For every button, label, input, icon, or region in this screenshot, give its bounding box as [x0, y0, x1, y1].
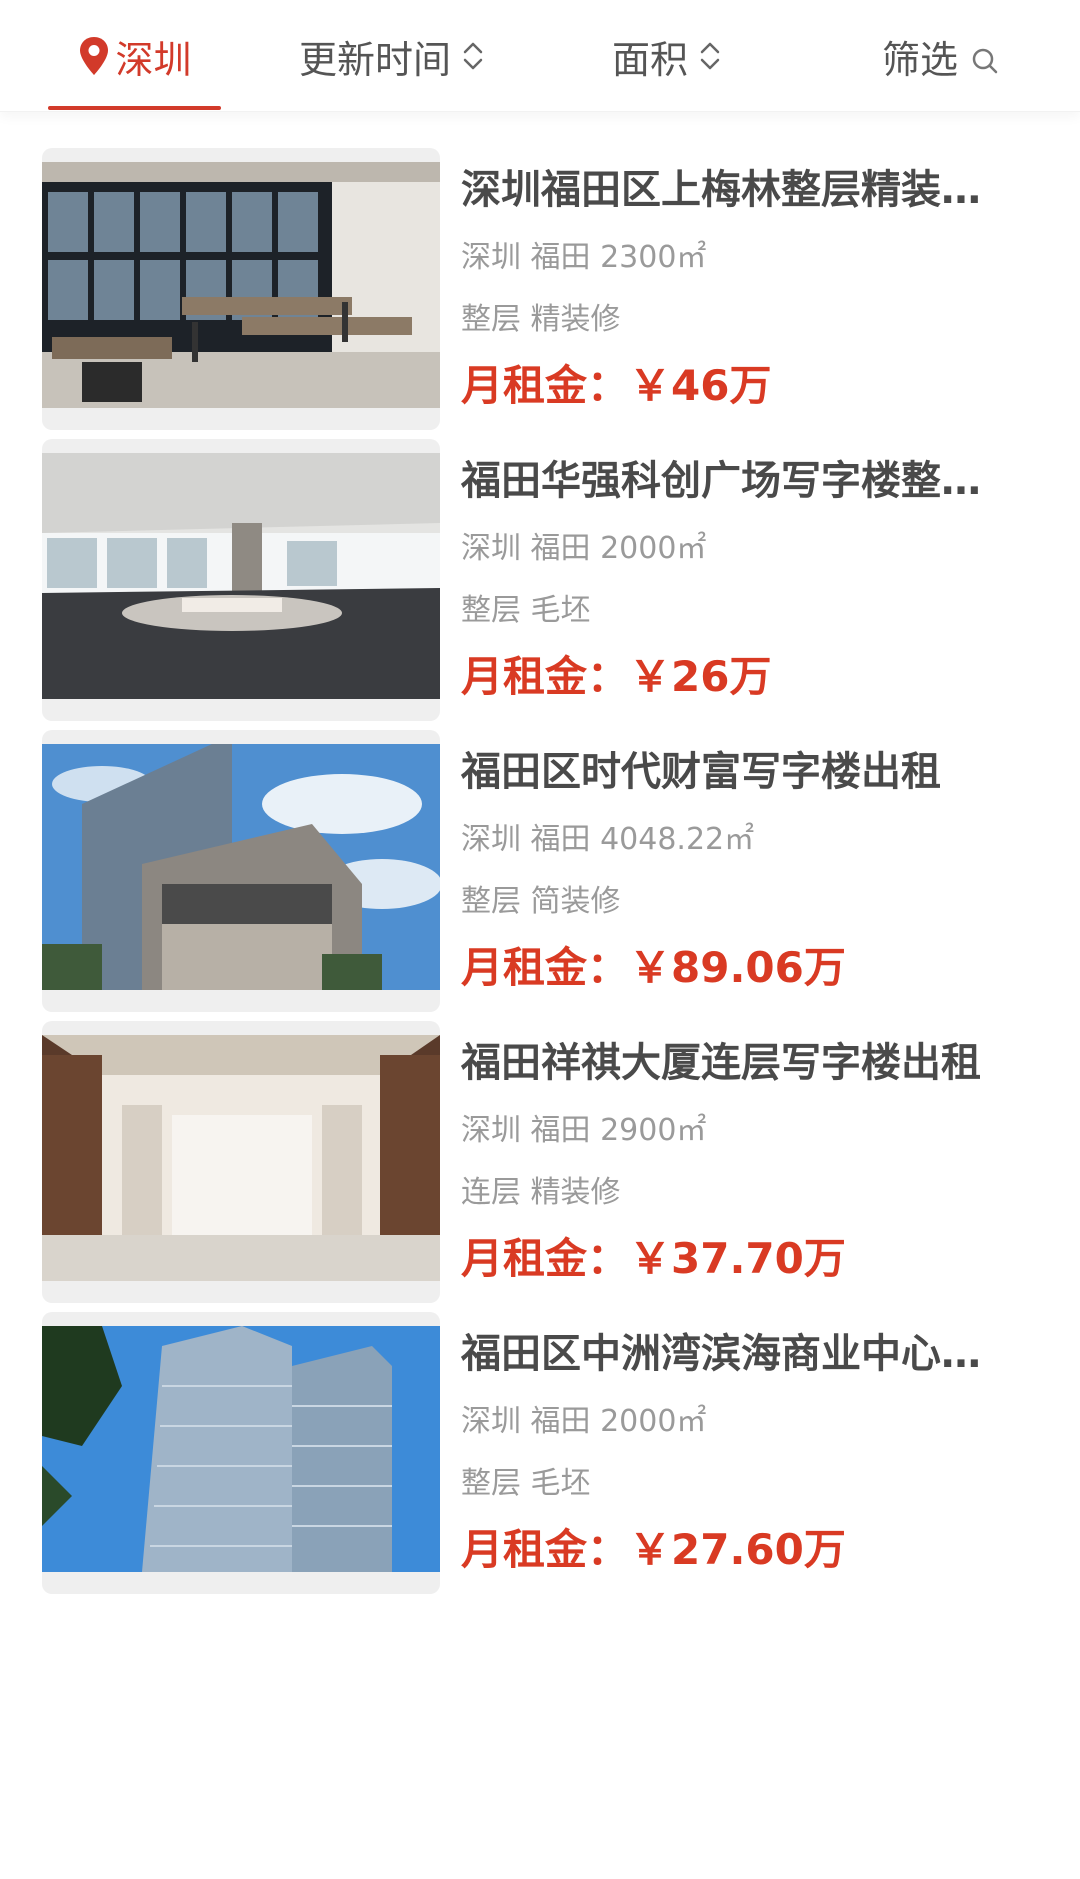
- filter-button[interactable]: 筛选: [882, 0, 1000, 112]
- search-icon: [970, 41, 1000, 74]
- listing-price: 月租金：￥27.60万: [461, 1522, 846, 1578]
- area-sort[interactable]: 面积: [612, 0, 722, 112]
- listing-tags: 整层 精装修: [461, 302, 621, 337]
- city-filter[interactable]: 深圳: [48, 0, 221, 112]
- listing-location: 深圳 福田 2300㎡: [461, 240, 707, 275]
- filter-label: 筛选: [882, 37, 959, 82]
- listing-title: 福田祥祺大厦连层写字楼出租: [461, 1040, 981, 1086]
- area-label: 面积: [612, 37, 689, 82]
- listing-card[interactable]: 深圳福田区上梅林整层精装修写字楼出租 深圳 福田 2300㎡ 整层 精装修 月租…: [0, 112, 1080, 430]
- listing-title: 深圳福田区上梅林整层精装修写字楼出租: [461, 167, 1001, 213]
- sort-toggle-icon: [461, 36, 485, 76]
- open-office-image: [42, 453, 440, 699]
- office-interior-image: [42, 162, 440, 408]
- listing-card[interactable]: 福田华强科创广场写字楼整层出租 深圳 福田 2000㎡ 整层 毛坯 月租金：￥2…: [0, 403, 1080, 721]
- tower-exterior-image: [42, 744, 440, 990]
- listing-tags: 整层 毛坯: [461, 593, 591, 628]
- listing-card[interactable]: 福田区时代财富写字楼出租 深圳 福田 4048.22㎡ 整层 简装修 月租金：￥…: [0, 694, 1080, 1012]
- glass-towers-image: [42, 1326, 440, 1572]
- listing-card[interactable]: 福田区中洲湾滨海商业中心写字楼出租 深圳 福田 2000㎡ 整层 毛坯 月租金：…: [0, 1276, 1080, 1594]
- listing-location: 深圳 福田 2900㎡: [461, 1113, 707, 1148]
- listing-location: 深圳 福田 2000㎡: [461, 1404, 707, 1439]
- elevator-lobby-image: [42, 1035, 440, 1281]
- listing-tags: 整层 毛坯: [461, 1466, 591, 1501]
- city-filter-label: 深圳: [115, 37, 192, 82]
- listing-thumbnail: [42, 730, 440, 1012]
- listing-title: 福田区中洲湾滨海商业中心写字楼出租: [461, 1331, 1001, 1377]
- update-time-sort[interactable]: 更新时间: [299, 0, 485, 112]
- listing-thumbnail: [42, 148, 440, 430]
- listing-location: 深圳 福田 4048.22㎡: [461, 822, 755, 857]
- listing-page: 深圳 更新时间 面积 筛选 深圳福田区上梅林整层精装修 深圳 福田 2300㎡ …: [0, 0, 1080, 1879]
- listing-location: 深圳 福田 2000㎡: [461, 531, 707, 566]
- price-value: ￥27.60万: [629, 1525, 846, 1574]
- listing-thumbnail: [42, 439, 440, 721]
- listing-thumbnail: [42, 1312, 440, 1594]
- sort-toggle-icon: [698, 36, 722, 76]
- price-label: 月租金：: [461, 1525, 630, 1574]
- filter-bar: 深圳 更新时间 面积 筛选: [0, 0, 1080, 112]
- listing-card[interactable]: 福田祥祺大厦连层写字楼出租 深圳 福田 2900㎡ 连层 精装修 月租金：￥37…: [0, 985, 1080, 1303]
- listing-thumbnail: [42, 1021, 440, 1303]
- location-pin-icon: [77, 35, 111, 77]
- listing-title: 福田区时代财富写字楼出租: [461, 749, 941, 795]
- listing-tags: 连层 精装修: [461, 1175, 621, 1210]
- active-tab-underline: [48, 106, 221, 110]
- listing-title: 福田华强科创广场写字楼整层出租: [461, 458, 1001, 504]
- listing-tags: 整层 简装修: [461, 884, 621, 919]
- update-time-label: 更新时间: [299, 37, 452, 82]
